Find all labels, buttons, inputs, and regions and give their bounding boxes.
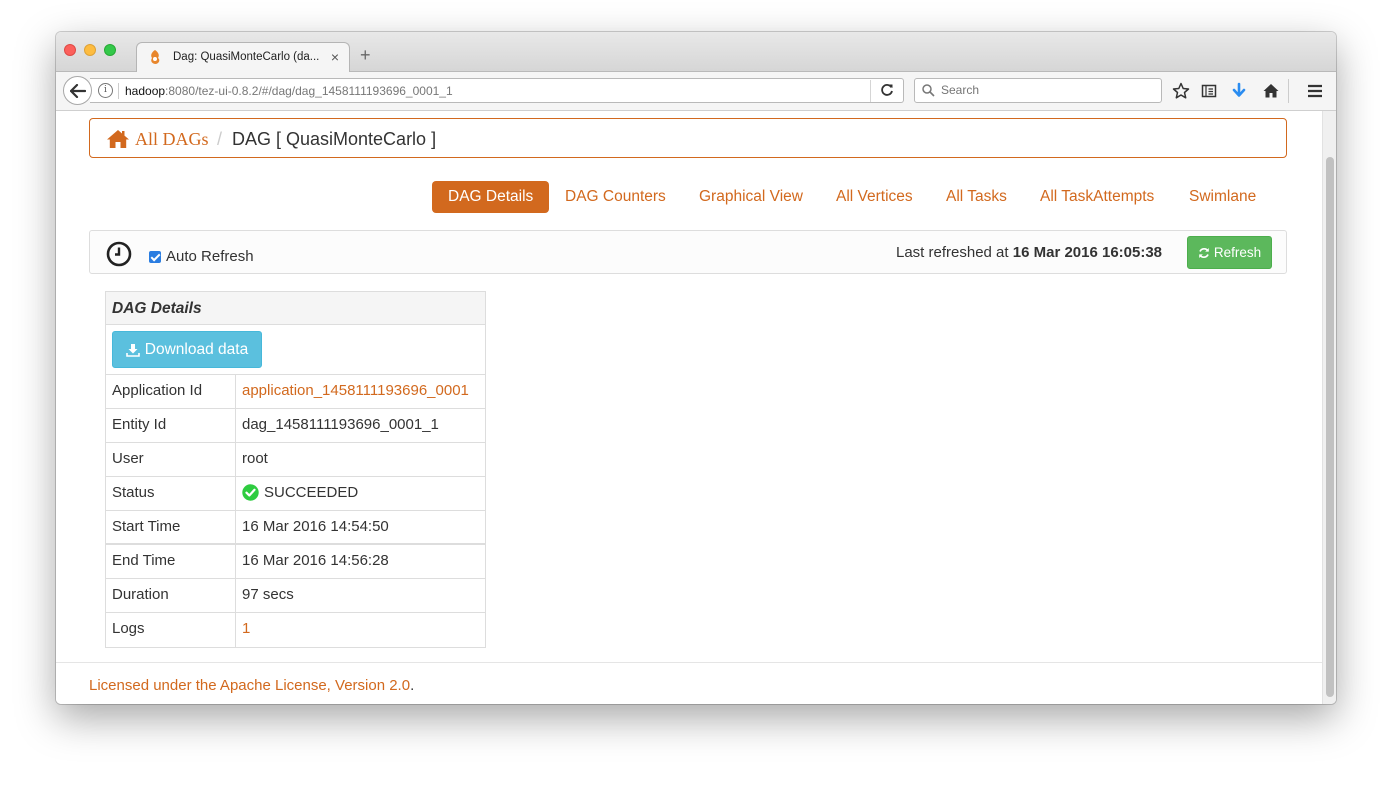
row-key: Status: [106, 477, 236, 510]
browser-window: Dag: QuasiMonteCarlo (da... × + i hadoop…: [56, 32, 1336, 704]
row-key: Duration: [106, 579, 236, 612]
clock-icon: [106, 241, 132, 267]
row-key: Entity Id: [106, 409, 236, 442]
status-value: SUCCEEDED: [236, 477, 485, 510]
search-box[interactable]: [914, 78, 1162, 103]
download-data-label: Download data: [144, 340, 249, 358]
last-refreshed-text: Last refreshed at 16 Mar 2016 16:05:38: [896, 244, 1162, 261]
application-id-link[interactable]: application_1458111193696_0001: [236, 375, 485, 408]
end-time-value: 16 Mar 2016 14:56:28: [242, 552, 389, 569]
tab-strip: Dag: QuasiMonteCarlo (da... × +: [56, 32, 1336, 72]
refresh-button[interactable]: Refresh: [1187, 236, 1272, 269]
tab-swimlane[interactable]: Swimlane: [1189, 181, 1256, 213]
footer-divider: [56, 662, 1322, 663]
table-row: Duration 97 secs: [106, 579, 485, 613]
footer: Licensed under the Apache License, Versi…: [89, 677, 414, 694]
downloads-icon[interactable]: [1230, 82, 1248, 100]
url-text[interactable]: hadoop:8080/tez-ui-0.8.2/#/dag/dag_14581…: [125, 84, 453, 98]
url-host: hadoop: [125, 84, 166, 98]
url-path: :8080/tez-ui-0.8.2/#/dag/dag_14581111936…: [165, 84, 453, 98]
page-content: All DAGs / DAG [ QuasiMonteCarlo ] DAG D…: [56, 111, 1322, 704]
new-tab-button[interactable]: +: [360, 46, 371, 64]
search-icon: [922, 84, 935, 97]
breadcrumb-all-dags-link[interactable]: All DAGs: [135, 129, 209, 150]
table-row: Logs 1: [106, 613, 485, 647]
close-window-button[interactable]: [64, 44, 76, 56]
refresh-icon: [1199, 247, 1209, 258]
zoom-window-button[interactable]: [104, 44, 116, 56]
download-row: Download data: [106, 325, 485, 375]
auto-refresh-label[interactable]: Auto Refresh: [166, 248, 254, 265]
check-circle-icon: [242, 484, 259, 501]
row-key: User: [106, 443, 236, 476]
breadcrumb: All DAGs / DAG [ QuasiMonteCarlo ]: [89, 118, 1287, 158]
license-link[interactable]: Licensed under the Apache License, Versi…: [89, 677, 410, 694]
reload-divider: [870, 80, 871, 102]
url-bar[interactable]: i hadoop:8080/tez-ui-0.8.2/#/dag/dag_145…: [90, 78, 904, 103]
tab-close-icon[interactable]: ×: [331, 49, 339, 65]
browser-tab[interactable]: Dag: QuasiMonteCarlo (da... ×: [136, 42, 350, 72]
back-arrow-icon: [69, 83, 86, 98]
reading-list-icon[interactable]: [1200, 82, 1218, 100]
row-key: Start Time: [106, 511, 236, 543]
last-refreshed-time: 16 Mar 2016 16:05:38: [1012, 244, 1163, 261]
tez-favicon-icon: [151, 50, 160, 64]
scrollbar-thumb[interactable]: [1326, 157, 1334, 697]
auto-refresh-checkbox[interactable]: [149, 251, 161, 263]
download-data-button[interactable]: Download data: [112, 331, 262, 368]
home-icon[interactable]: [106, 129, 130, 149]
table-row: Status SUCCEEDED: [106, 477, 485, 511]
footer-suffix: .: [410, 677, 415, 694]
last-refreshed-prefix: Last refreshed at: [896, 244, 1009, 261]
table-row: Entity Id dag_1458111193696_0001_1: [106, 409, 485, 443]
tab-all-taskattempts[interactable]: All TaskAttempts: [1040, 181, 1154, 213]
tab-title: Dag: QuasiMonteCarlo (da...: [173, 51, 320, 63]
row-key: End Time: [106, 545, 236, 578]
entity-id-value: dag_1458111193696_0001_1: [242, 416, 439, 433]
breadcrumb-current: DAG [ QuasiMonteCarlo ]: [232, 129, 437, 149]
dag-details-header: DAG Details: [106, 292, 485, 325]
user-value: root: [242, 450, 268, 467]
reload-icon[interactable]: [880, 83, 894, 97]
tab-all-vertices[interactable]: All Vertices: [836, 181, 913, 213]
start-time-value: 16 Mar 2016 14:54:50: [242, 518, 389, 535]
tab-all-tasks[interactable]: All Tasks: [946, 181, 1007, 213]
table-row: Application Id application_1458111193696…: [106, 375, 485, 409]
toolbar-divider: [1288, 79, 1289, 103]
bookmark-star-icon[interactable]: [1172, 82, 1190, 100]
scrollbar[interactable]: [1322, 111, 1336, 704]
back-button[interactable]: [63, 76, 92, 105]
site-info-icon[interactable]: i: [98, 83, 113, 98]
search-input[interactable]: [939, 82, 1143, 98]
dag-details-table: DAG Details Download data Application Id…: [105, 291, 486, 648]
table-row: End Time 16 Mar 2016 14:56:28: [106, 545, 485, 579]
url-divider: [118, 83, 119, 99]
home-page-icon[interactable]: [1262, 82, 1280, 100]
tab-graphical-view[interactable]: Graphical View: [699, 181, 803, 213]
download-icon: [125, 343, 140, 357]
status-text: SUCCEEDED: [264, 484, 359, 501]
row-key: Logs: [106, 613, 236, 647]
hamburger-menu-icon[interactable]: [1306, 82, 1324, 100]
table-row: User root: [106, 443, 485, 477]
tab-dag-counters[interactable]: DAG Counters: [565, 181, 666, 213]
breadcrumb-separator: /: [217, 129, 223, 149]
refresh-panel: Auto Refresh Last refreshed at 16 Mar 20…: [89, 230, 1287, 274]
logs-link[interactable]: 1: [236, 613, 485, 647]
duration-value: 97 secs: [242, 586, 294, 603]
refresh-button-label: Refresh: [1213, 245, 1262, 260]
table-row: Start Time 16 Mar 2016 14:54:50: [106, 511, 485, 545]
row-key: Application Id: [106, 375, 236, 408]
navigation-bar: i hadoop:8080/tez-ui-0.8.2/#/dag/dag_145…: [56, 72, 1336, 111]
tab-dag-details[interactable]: DAG Details: [432, 181, 550, 213]
minimize-window-button[interactable]: [84, 44, 96, 56]
